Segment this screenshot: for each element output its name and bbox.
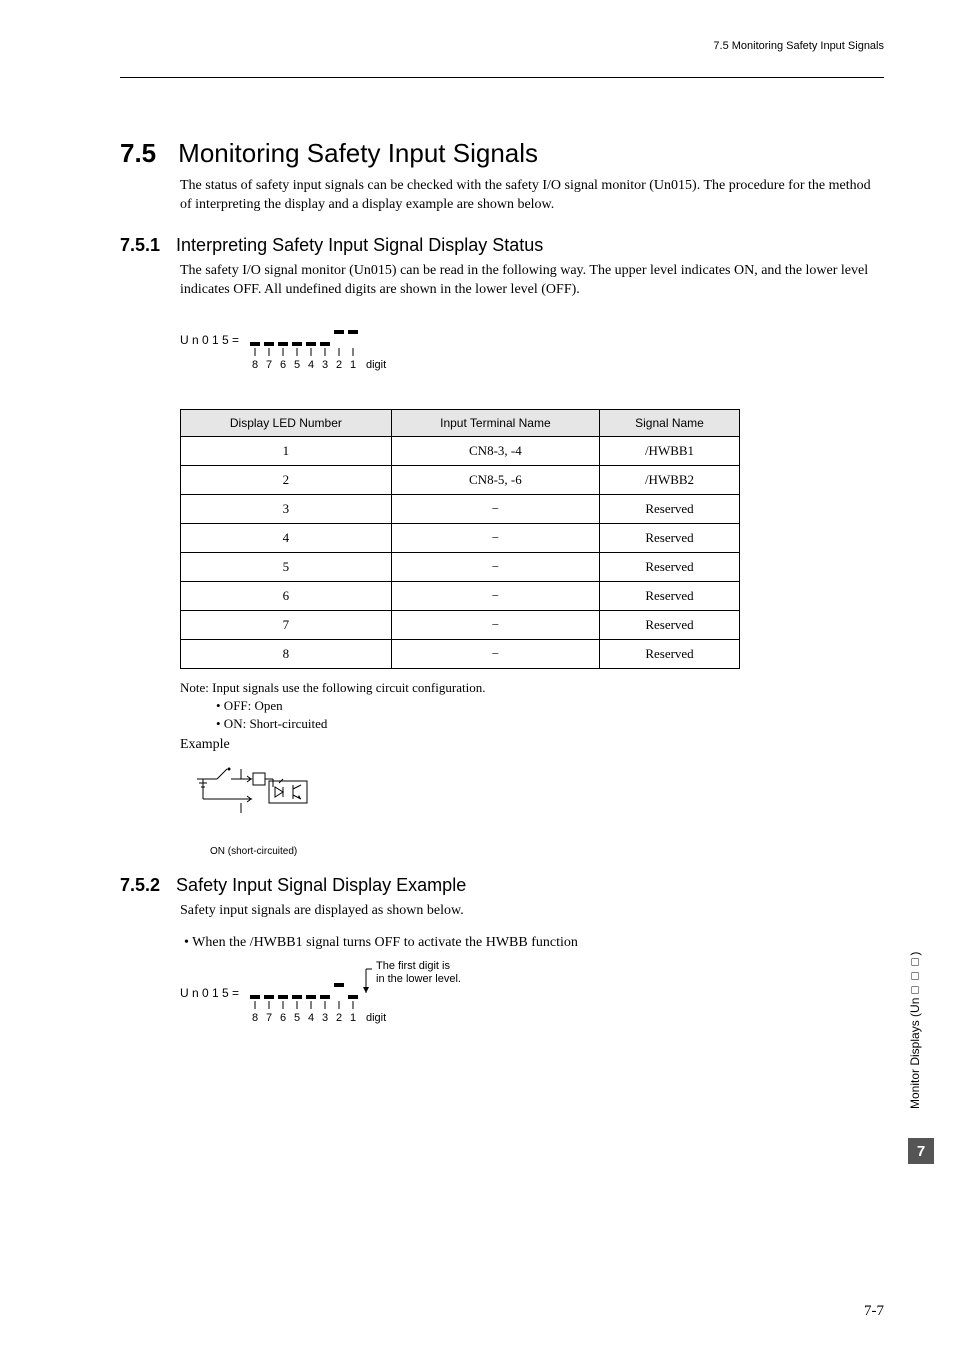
svg-text:8: 8: [252, 1012, 258, 1024]
svg-text:digit: digit: [366, 359, 386, 371]
header-rule: [120, 77, 884, 78]
subsection-2-number: 7.5.2: [120, 875, 160, 895]
note-bullet-off: • OFF: Open: [216, 697, 884, 715]
svg-text:3: 3: [322, 359, 328, 371]
note-text: Input signals use the following circuit …: [212, 680, 485, 695]
svg-text:6: 6: [280, 359, 286, 371]
subsection-2-heading: Safety Input Signal Display Example: [176, 875, 466, 895]
subsection-1-heading: Interpreting Safety Input Signal Display…: [176, 235, 543, 255]
led-diagram-2: U n 0 1 5 = The first digit is: [180, 957, 884, 1034]
svg-text:1: 1: [350, 1012, 356, 1024]
diagram-1-label: U n 0 1 5 =: [180, 333, 239, 347]
table-row: 3−Reserved: [181, 494, 740, 523]
svg-text:3: 3: [322, 1012, 328, 1024]
side-tab-label: Monitor Displays (Un□□□): [908, 930, 922, 1130]
svg-text:4: 4: [308, 1012, 314, 1024]
subsection-2-bullet: • When the /HWBB1 signal turns OFF to ac…: [184, 935, 884, 951]
example-label: Example: [180, 737, 884, 753]
svg-text:4: 4: [308, 359, 314, 371]
section-number: 7.5: [120, 138, 156, 168]
subsection-2-title: 7.5.2 Safety Input Signal Display Example: [120, 875, 884, 896]
table-header-row: Display LED Number Input Terminal Name S…: [181, 409, 740, 436]
svg-text:1: 1: [350, 359, 356, 371]
section-title: 7.5 Monitoring Safety Input Signals: [120, 138, 884, 169]
page-number: 7-7: [864, 1303, 884, 1320]
svg-text:The first digit is: The first digit is: [376, 960, 450, 972]
svg-text:6: 6: [280, 1012, 286, 1024]
svg-text:7: 7: [266, 359, 272, 371]
table-row: 1CN8-3, -4/HWBB1: [181, 436, 740, 465]
section-heading: Monitoring Safety Input Signals: [178, 138, 538, 168]
note-block: Note: Input signals use the following ci…: [180, 679, 884, 734]
led-diagram-1: U n 0 1 5 =: [180, 314, 884, 379]
col-header-signal: Signal Name: [600, 409, 740, 436]
svg-text:5: 5: [294, 1012, 300, 1024]
table-row: 4−Reserved: [181, 523, 740, 552]
note-bullet-on: • ON: Short-circuited: [216, 715, 884, 733]
subsection-2-text: Safety input signals are displayed as sh…: [180, 902, 884, 921]
section-intro: The status of safety input signals can b…: [180, 177, 884, 215]
side-tab-number: 7: [908, 1138, 934, 1164]
svg-text:digit: digit: [366, 1012, 386, 1024]
svg-text:7: 7: [266, 1012, 272, 1024]
table-row: 7−Reserved: [181, 610, 740, 639]
table-row: 6−Reserved: [181, 581, 740, 610]
svg-text:5: 5: [294, 359, 300, 371]
svg-text:8: 8: [252, 359, 258, 371]
circuit-diagram: [195, 765, 884, 826]
table-row: 5−Reserved: [181, 552, 740, 581]
subsection-1-title: 7.5.1 Interpreting Safety Input Signal Di…: [120, 235, 884, 256]
table-row: 8−Reserved: [181, 639, 740, 668]
subsection-1-number: 7.5.1: [120, 235, 160, 255]
header-breadcrumb: 7.5 Monitoring Safety Input Signals: [120, 40, 884, 52]
side-tab: Monitor Displays (Un□□□) 7: [908, 930, 936, 1170]
col-header-terminal: Input Terminal Name: [391, 409, 599, 436]
circuit-caption: ON (short-circuited): [210, 846, 884, 857]
svg-text:2: 2: [336, 359, 342, 371]
note-prefix: Note:: [180, 680, 209, 695]
svg-text:in the lower level.: in the lower level.: [376, 973, 461, 985]
svg-text:2: 2: [336, 1012, 342, 1024]
signal-table: Display LED Number Input Terminal Name S…: [180, 409, 740, 669]
col-header-led: Display LED Number: [181, 409, 392, 436]
table-row: 2CN8-5, -6/HWBB2: [181, 465, 740, 494]
subsection-1-text: The safety I/O signal monitor (Un015) ca…: [180, 262, 884, 300]
svg-text:U n 0 1 5 =: U n 0 1 5 =: [180, 986, 239, 1000]
